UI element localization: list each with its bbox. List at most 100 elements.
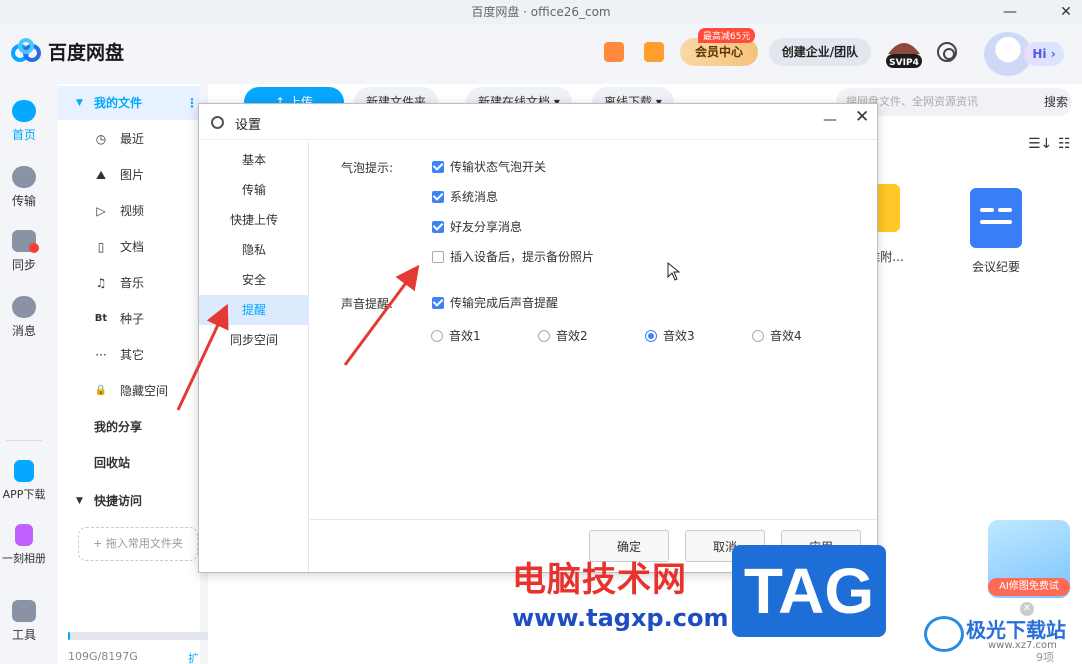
radio-icon <box>431 330 443 342</box>
storage-bar-fill <box>68 632 70 640</box>
storage-usage: 109G/8197G <box>68 650 138 663</box>
settings-sidebar: 基本 传输 快捷上传 隐私 安全 提醒 同步空间 <box>199 141 309 572</box>
headphones-icon: ♫ <box>95 276 107 290</box>
settings-tab-transfer[interactable]: 传输 <box>199 175 309 205</box>
nav-recent[interactable]: ◷ 最近 <box>58 122 200 156</box>
dialog-title: 设置 <box>235 118 262 133</box>
rail-album-label: 一刻相册 <box>2 552 46 565</box>
checkbox-label: 好友分享消息 <box>450 220 523 234</box>
sound-effect-2-radio[interactable]: 音效2 <box>538 328 588 344</box>
vip-discount-badge: 最高减65元 <box>698 28 756 43</box>
bt-icon: Bt <box>94 313 108 324</box>
nav-music[interactable]: ♫ 音乐 <box>58 266 200 300</box>
friend-share-checkbox[interactable]: 好友分享消息 <box>432 219 522 235</box>
hi-assistant-button[interactable]: Hi › <box>1024 42 1064 66</box>
nav-my-share-label: 我的分享 <box>94 420 143 434</box>
settings-tab-security[interactable]: 安全 <box>199 265 309 295</box>
radio-selected-icon <box>645 330 657 342</box>
settings-tab-sync-space[interactable]: 同步空间 <box>199 325 309 355</box>
rail-transfer[interactable]: 传输 <box>0 166 48 209</box>
document-icon: ▯ <box>97 240 105 254</box>
rail-album[interactable]: 一刻相册 <box>0 524 48 566</box>
rail-transfer-label: 传输 <box>11 194 36 208</box>
nav-recycle-bin[interactable]: 回收站 <box>58 446 200 480</box>
search-button[interactable]: 搜索 <box>1044 88 1068 116</box>
dialog-header: 设置 — ✕ <box>199 104 877 140</box>
more-options-icon[interactable]: ⋮ <box>186 86 198 120</box>
dialog-minimize-button[interactable]: — <box>823 112 837 128</box>
radio-icon <box>752 330 764 342</box>
nav-video-label: 视频 <box>120 204 145 218</box>
settings-gear-icon <box>211 116 224 129</box>
tools-icon <box>12 600 36 622</box>
file-name: 会议纪要 <box>971 260 1020 274</box>
radio-label: 音效3 <box>663 329 695 343</box>
nav-other[interactable]: ··· 其它 <box>58 338 200 372</box>
nav-docs-label: 文档 <box>120 240 145 254</box>
nav-torrent-label: 种子 <box>120 312 145 326</box>
transfer-icon <box>12 166 36 188</box>
expand-storage-link[interactable]: 扩容 <box>188 650 200 664</box>
rail-sync-label: 同步 <box>11 258 36 272</box>
rail-message-label: 消息 <box>11 324 36 338</box>
create-team-button[interactable]: 创建企业/团队 <box>769 38 871 66</box>
gift-icon[interactable] <box>644 42 664 62</box>
sound-reminder-checkbox[interactable]: 传输完成后声音提醒 <box>432 295 558 311</box>
rail-message[interactable]: 消息 <box>0 296 48 339</box>
jiguang-site-url: www.xz7.com <box>988 640 1057 651</box>
rail-sync[interactable]: 同步 <box>0 230 48 273</box>
nav-video[interactable]: ▷ 视频 <box>58 194 200 228</box>
transfer-bubble-checkbox[interactable]: 传输状态气泡开关 <box>432 159 546 175</box>
rail-home[interactable]: 首页 <box>0 100 48 143</box>
sound-effect-3-radio[interactable]: 音效3 <box>645 328 695 344</box>
storage-bar <box>68 632 213 640</box>
checkbox-checked-icon <box>432 221 444 233</box>
checkbox-label: 插入设备后，提示备份照片 <box>450 250 595 264</box>
rail-tools[interactable]: 工具 <box>0 600 48 643</box>
nav-other-label: 其它 <box>120 348 145 362</box>
sound-effect-1-radio[interactable]: 音效1 <box>431 328 481 344</box>
rail-app-label: APP下载 <box>2 488 46 501</box>
nav-pictures[interactable]: ⛰ 图片 <box>58 158 200 192</box>
lock-icon: 🔒 <box>94 385 108 396</box>
window-title: 百度网盘 · office26_com <box>471 5 611 19</box>
settings-tab-quick-upload[interactable]: 快捷上传 <box>199 205 309 235</box>
window-title-bar: 百度网盘 · office26_com <box>0 0 1082 24</box>
rail-app-download[interactable]: APP下载 <box>0 460 48 502</box>
app-name: 百度网盘 <box>48 42 125 64</box>
ai-promo-label[interactable]: AI修图免费试 <box>988 578 1070 596</box>
item-count: 9项 <box>1036 651 1054 664</box>
settings-tab-reminder[interactable]: 提醒 <box>199 295 309 325</box>
minimize-button[interactable]: — <box>996 0 1024 24</box>
checkbox-label: 系统消息 <box>450 190 499 204</box>
settings-gear-icon[interactable] <box>937 42 957 62</box>
nav-quick-access[interactable]: ▼ 快捷访问 <box>58 484 200 518</box>
nav-hidden-space[interactable]: 🔒 隐藏空间 <box>58 374 200 408</box>
clock-icon: ◷ <box>95 132 107 146</box>
nav-my-files[interactable]: ▼ 我的文件 ⋮ <box>58 86 200 120</box>
nav-torrent[interactable]: Bt 种子 <box>58 302 200 336</box>
sort-icon[interactable]: ☰↓ <box>1028 136 1052 152</box>
system-message-checkbox[interactable]: 系统消息 <box>432 189 498 205</box>
close-window-button[interactable]: ✕ <box>1052 0 1080 24</box>
quick-access-drop-zone[interactable]: + 拖入常用文件夹 <box>78 527 198 561</box>
settings-tab-basic[interactable]: 基本 <box>199 145 309 175</box>
file-tile-meeting[interactable]: 会议纪要 <box>960 188 1032 275</box>
nav-quick-access-label: 快捷访问 <box>94 494 143 508</box>
game-icon[interactable] <box>604 42 624 62</box>
baidu-netdisk-logo-icon <box>11 38 41 62</box>
sound-effect-4-radio[interactable]: 音效4 <box>752 328 802 344</box>
dialog-close-button[interactable]: ✕ <box>855 107 869 127</box>
nav-hidden-space-label: 隐藏空间 <box>120 384 169 398</box>
watermark-tag-logo: TAG <box>732 545 886 637</box>
nav-my-files-label: 我的文件 <box>94 96 143 110</box>
nav-my-share[interactable]: 我的分享 <box>58 410 200 444</box>
backup-photo-checkbox[interactable]: 插入设备后，提示备份照片 <box>432 249 594 265</box>
nav-docs[interactable]: ▯ 文档 <box>58 230 200 264</box>
settings-tab-privacy[interactable]: 隐私 <box>199 235 309 265</box>
list-view-icon[interactable]: ☷ <box>1058 136 1071 152</box>
nav-recycle-label: 回收站 <box>94 456 131 470</box>
radio-label: 音效2 <box>556 329 588 343</box>
picture-icon: ⛰ <box>95 168 107 182</box>
svip-badge-icon[interactable]: SVIP4 <box>884 36 924 70</box>
